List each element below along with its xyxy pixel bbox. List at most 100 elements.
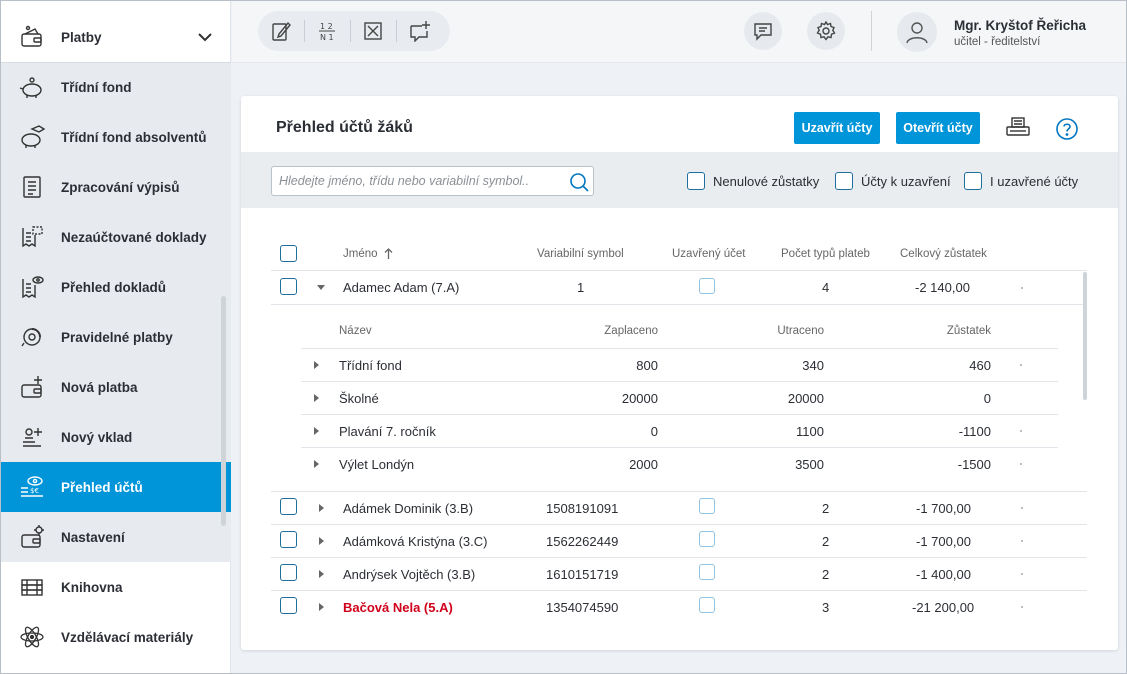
expand-caret-icon[interactable] bbox=[314, 460, 319, 468]
row-balance: -2 140,00 bbox=[915, 280, 970, 295]
close-box-button[interactable] bbox=[350, 11, 396, 51]
row-checkbox[interactable] bbox=[280, 278, 297, 295]
expand-caret-icon[interactable] bbox=[314, 361, 319, 369]
sort-arrow-up-icon[interactable] bbox=[384, 248, 393, 260]
wallet-icon bbox=[21, 25, 42, 47]
closed-account-checkbox[interactable] bbox=[699, 278, 715, 294]
closed-account-checkbox[interactable] bbox=[699, 597, 715, 613]
column-header-variable-symbol[interactable]: Variabilní symbol bbox=[537, 248, 624, 260]
expand-caret-icon[interactable] bbox=[314, 394, 319, 402]
expand-caret-icon[interactable] bbox=[319, 570, 324, 578]
sidebar-item-label: Nezaúčtované doklady bbox=[61, 229, 207, 245]
close-accounts-button[interactable]: Uzavřít účty bbox=[794, 112, 880, 144]
expand-caret-icon[interactable] bbox=[314, 427, 319, 435]
filter-label: Nenulové zůstatky bbox=[713, 173, 820, 189]
sidebar-item-prehled-uctu[interactable]: $€ Přehled účtů bbox=[1, 462, 231, 512]
row-variable-symbol: 1 bbox=[577, 280, 585, 295]
sidebar-scrollbar[interactable] bbox=[221, 296, 226, 526]
sidebar-item-tridni-fond[interactable]: Třídní fond bbox=[1, 62, 231, 112]
sidebar-item-label: Vzdělávací materiály bbox=[61, 629, 194, 645]
sidebar-item-knihovna[interactable]: Knihovna bbox=[1, 562, 231, 612]
row-balance: -1 400,00 bbox=[916, 567, 971, 582]
table-scrollbar[interactable] bbox=[1083, 272, 1087, 400]
collapse-caret-icon[interactable] bbox=[317, 285, 325, 290]
row-menu-dot[interactable] bbox=[1020, 364, 1022, 366]
row-checkbox[interactable] bbox=[280, 597, 297, 614]
receipt-dashed-icon bbox=[22, 226, 43, 248]
statement-icon bbox=[23, 176, 41, 198]
row-divider bbox=[301, 381, 1058, 382]
row-menu-dot[interactable] bbox=[1020, 463, 1022, 465]
print-button[interactable] bbox=[1005, 115, 1031, 141]
row-checkbox[interactable] bbox=[280, 531, 297, 548]
filter-nonzero-balances[interactable]: Nenulové zůstatky bbox=[687, 172, 819, 190]
row-name: Adámek Dominik (3.B) bbox=[343, 501, 474, 516]
sidebar: Platby Třídní fond Třídní fond absolvent… bbox=[1, 1, 231, 673]
column-header-total-balance[interactable]: Celkový zůstatek bbox=[900, 248, 987, 260]
search-input[interactable] bbox=[279, 172, 564, 190]
column-header-payment-types[interactable]: Počet typů plateb bbox=[781, 248, 870, 260]
messages-button[interactable] bbox=[744, 12, 782, 50]
expand-caret-icon[interactable] bbox=[319, 537, 324, 545]
row-checkbox[interactable] bbox=[280, 564, 297, 581]
sub-row-balance: 0 bbox=[983, 391, 991, 406]
add-comment-button[interactable] bbox=[396, 11, 442, 51]
accounts-eye-icon: $€ bbox=[21, 476, 43, 497]
filter-include-closed[interactable]: I uzavřené účty bbox=[964, 172, 1078, 190]
row-menu-dot[interactable] bbox=[1021, 540, 1023, 542]
row-divider bbox=[271, 524, 1087, 525]
expand-caret-icon[interactable] bbox=[319, 504, 324, 512]
sidebar-item-label: Knihovna bbox=[61, 579, 123, 595]
subcolumn-header-name: Název bbox=[339, 325, 372, 337]
search-icon[interactable] bbox=[568, 171, 590, 193]
sub-row-name: Třídní fond bbox=[339, 358, 402, 373]
sidebar-item-prehled-dokladu[interactable]: Přehled dokladů bbox=[1, 262, 231, 312]
closed-account-checkbox[interactable] bbox=[699, 531, 715, 547]
row-menu-dot[interactable] bbox=[1021, 606, 1023, 608]
row-variable-symbol: 1354074590 bbox=[546, 600, 619, 615]
select-all-checkbox[interactable] bbox=[280, 245, 297, 262]
settings-button[interactable] bbox=[807, 12, 845, 50]
user-icon bbox=[906, 22, 928, 44]
filter-accounts-to-close[interactable]: Účty k uzavření bbox=[835, 172, 951, 190]
filter-label: Účty k uzavření bbox=[861, 173, 951, 189]
row-checkbox[interactable] bbox=[280, 498, 297, 515]
sidebar-item-vzdelavaci-materialy[interactable]: Vzdělávací materiály bbox=[1, 612, 231, 662]
wallet-plus-icon bbox=[21, 376, 42, 398]
user-name[interactable]: Mgr. Kryštof Řeřicha bbox=[954, 18, 1086, 33]
sidebar-item-label: Pravidelné platby bbox=[61, 329, 173, 345]
sidebar-item-pravidelne-platby[interactable]: Pravidelné platby bbox=[1, 312, 231, 362]
row-divider bbox=[301, 414, 1058, 415]
svg-text:N 1: N 1 bbox=[320, 33, 334, 42]
expand-caret-icon[interactable] bbox=[319, 603, 324, 611]
help-button[interactable] bbox=[1055, 117, 1079, 141]
row-menu-dot[interactable] bbox=[1020, 430, 1022, 432]
closed-account-checkbox[interactable] bbox=[699, 564, 715, 580]
edit-button[interactable] bbox=[258, 11, 304, 51]
open-accounts-button[interactable]: Otevřít účty bbox=[896, 112, 980, 144]
filter-checkbox[interactable] bbox=[687, 172, 705, 190]
row-payment-types: 2 bbox=[822, 534, 830, 549]
filter-checkbox[interactable] bbox=[835, 172, 853, 190]
chevron-down-icon[interactable] bbox=[197, 30, 213, 44]
closed-account-checkbox[interactable] bbox=[699, 498, 715, 514]
row-name: Adamec Adam (7.A) bbox=[343, 280, 460, 295]
sidebar-item-tridni-fond-absolventu[interactable]: Třídní fond absolventů bbox=[1, 112, 231, 162]
sidebar-item-nova-platba[interactable]: Nová platba bbox=[1, 362, 231, 412]
avatar[interactable] bbox=[897, 12, 937, 52]
sidebar-item-zpracovani-vypisu[interactable]: Zpracování výpisů bbox=[1, 162, 231, 212]
row-menu-dot[interactable] bbox=[1021, 507, 1023, 509]
sidebar-header-platby[interactable]: Platby bbox=[1, 12, 231, 62]
row-menu-dot[interactable] bbox=[1021, 287, 1023, 289]
subheader-divider bbox=[301, 348, 1058, 349]
sub-row-balance: -1100 bbox=[958, 424, 991, 439]
sidebar-item-novy-vklad[interactable]: Nový vklad bbox=[1, 412, 231, 462]
column-header-closed-account[interactable]: Uzavřený účet bbox=[672, 248, 746, 260]
sidebar-item-nezauctovane-doklady[interactable]: Nezaúčtované doklady bbox=[1, 212, 231, 262]
sidebar-item-nastaveni[interactable]: Nastavení bbox=[1, 512, 231, 562]
grades-button[interactable]: 1 2N 1 bbox=[304, 11, 350, 51]
grades-icon: 1 2N 1 bbox=[319, 22, 335, 42]
row-menu-dot[interactable] bbox=[1021, 573, 1023, 575]
column-header-name[interactable]: Jméno bbox=[343, 248, 378, 260]
filter-checkbox[interactable] bbox=[964, 172, 982, 190]
